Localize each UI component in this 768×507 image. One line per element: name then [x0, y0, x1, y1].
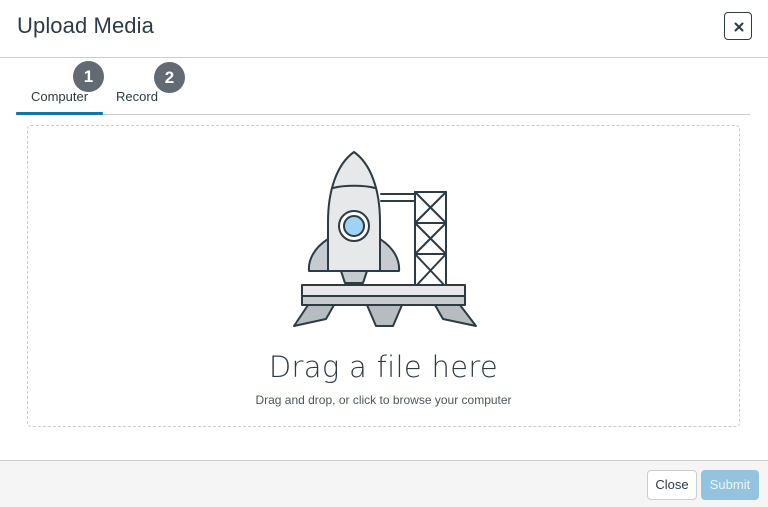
submit-button[interactable]: Submit	[701, 470, 759, 500]
step-badge-2: 2	[154, 62, 185, 93]
step-badge-1: 1	[73, 61, 104, 92]
rocket-launchpad-icon	[293, 151, 477, 327]
upload-media-modal: Upload Media Computer Record 1 2 Drag a …	[0, 0, 768, 507]
modal-title: Upload Media	[17, 13, 154, 38]
close-modal-button[interactable]	[724, 12, 752, 40]
selected-tab-indicator	[16, 112, 103, 115]
dropzone-hint: Drag and drop, or click to browse your c…	[255, 393, 512, 407]
dropzone-title: Drag a file here	[268, 350, 499, 384]
tab-record-label: Record	[116, 89, 158, 104]
modal-footer: Close Submit	[0, 460, 768, 507]
close-x-icon	[734, 22, 744, 32]
tab-record[interactable]: Record	[112, 60, 162, 114]
close-button[interactable]: Close	[647, 470, 697, 500]
file-dropzone[interactable]: Drag a file here Drag and drop, or click…	[27, 125, 740, 427]
media-source-tabs: Computer Record	[16, 60, 750, 115]
modal-header: Upload Media	[0, 0, 768, 58]
